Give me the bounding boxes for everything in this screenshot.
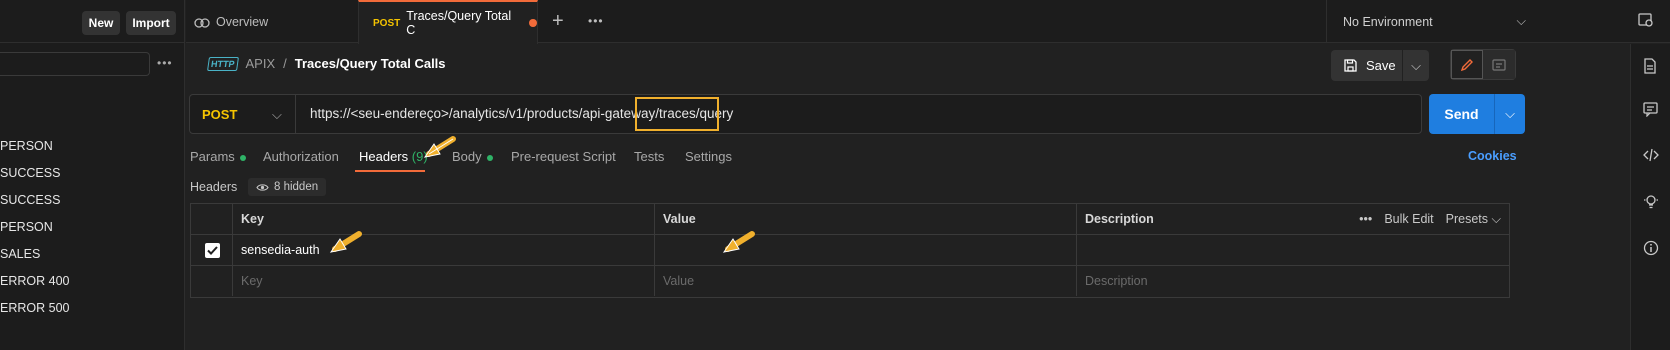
sidebar-item[interactable]: SUCCESS — [0, 193, 60, 213]
url-bar: POST ⌵ https://<seu-endereço>/analytics/… — [189, 94, 1422, 134]
tabs-more-icon[interactable]: ••• — [588, 14, 604, 28]
tab-settings[interactable]: Settings — [685, 149, 732, 164]
breadcrumb-separator: / — [283, 56, 287, 71]
environment-label: No Environment — [1343, 14, 1433, 29]
value-input-placeholder[interactable]: Value — [655, 266, 1077, 296]
sidebar-search-input[interactable] — [0, 52, 150, 76]
breadcrumb-collection[interactable]: APIX — [246, 56, 276, 71]
overview-icon — [194, 17, 210, 28]
header-value-cell[interactable] — [655, 235, 1077, 265]
send-button-group: Send ⌵ — [1429, 94, 1525, 134]
headers-table: Key Value Description ••• Bulk Edit Pres… — [190, 203, 1510, 298]
sidebar-item[interactable]: ERROR 500 — [0, 301, 69, 321]
eye-icon — [256, 183, 269, 191]
tab-params-label: Params — [190, 149, 235, 164]
column-header-value: Value — [655, 204, 1077, 234]
right-sidebar — [1630, 44, 1670, 350]
tab-prerequest-script[interactable]: Pre-request Script — [511, 149, 616, 164]
save-button-group: Save ⌵ — [1331, 50, 1429, 81]
table-actions: ••• Bulk Edit Presets ⌵ — [1359, 204, 1501, 234]
info-icon[interactable] — [1643, 240, 1659, 259]
url-highlight-box — [635, 97, 719, 131]
headers-section-label: Headers — [190, 180, 238, 194]
code-icon[interactable] — [1643, 148, 1659, 165]
annotation-arrow-icon — [423, 136, 456, 158]
row-checkbox-cell — [191, 235, 233, 265]
tab-bar: Overview POST Traces/Query Total C + •••… — [186, 0, 1670, 44]
sidebar-item[interactable]: SUCCESS — [0, 166, 60, 186]
save-options-chevron-icon[interactable]: ⌵ — [1403, 58, 1429, 74]
view-mode-toggle — [1450, 49, 1516, 80]
save-icon — [1344, 59, 1357, 72]
send-options-chevron-icon[interactable]: ⌵ — [1495, 106, 1525, 122]
import-button[interactable]: Import — [126, 11, 176, 35]
table-row: sensedia-auth — [191, 235, 1509, 266]
status-dot-icon — [486, 154, 493, 161]
active-tab-indicator — [355, 170, 425, 172]
checkbox-checked-icon[interactable] — [205, 242, 220, 258]
table-header-checkbox-cell — [191, 204, 233, 234]
environment-quick-look-icon[interactable] — [1638, 12, 1654, 31]
send-button[interactable]: Send — [1429, 94, 1495, 134]
tab-method-badge: POST — [373, 17, 401, 29]
tab-headers-label: Headers — [359, 149, 409, 164]
documentation-icon[interactable] — [1643, 58, 1657, 77]
method-select[interactable]: POST ⌵ — [190, 95, 296, 133]
tab-authorization[interactable]: Authorization — [263, 149, 339, 164]
tab-headers[interactable]: Headers (9) — [359, 149, 428, 164]
table-header-row: Key Value Description ••• Bulk Edit Pres… — [191, 204, 1509, 235]
environment-select[interactable]: No Environment ⌵ — [1326, 0, 1546, 43]
method-label: POST — [202, 106, 238, 122]
table-row-empty: Key Value Description — [191, 266, 1509, 297]
new-tab-plus-icon[interactable]: + — [552, 10, 564, 33]
request-editor: HTTP APIX / Traces/Query Total Calls Sav… — [186, 44, 1626, 350]
http-icon: HTTP — [207, 56, 239, 71]
save-button[interactable]: Save — [1331, 50, 1403, 81]
hidden-headers-toggle[interactable]: 8 hidden — [248, 178, 327, 196]
table-more-icon[interactable]: ••• — [1359, 212, 1372, 226]
sidebar-more-icon[interactable]: ••• — [157, 56, 173, 70]
description-input-placeholder[interactable]: Description — [1077, 266, 1509, 296]
tab-request-label: Traces/Query Total C — [406, 9, 512, 37]
chevron-down-icon: ⌵ — [1516, 14, 1526, 28]
presets-dropdown[interactable]: Presets ⌵ — [1446, 212, 1501, 227]
annotation-arrow-icon — [722, 231, 755, 253]
presets-label: Presets — [1445, 211, 1489, 226]
key-input-placeholder[interactable]: Key — [233, 266, 655, 296]
tab-params[interactable]: Params — [190, 149, 246, 164]
sidebar-item[interactable]: PERSON — [0, 220, 53, 240]
sidebar-item[interactable]: SALES — [0, 247, 40, 267]
request-title[interactable]: Traces/Query Total Calls — [295, 56, 446, 71]
save-label: Save — [1366, 58, 1396, 73]
bulk-edit-button[interactable]: Bulk Edit — [1384, 212, 1433, 226]
tab-overview-label: Overview — [216, 14, 269, 29]
tab-overview[interactable]: Overview — [194, 0, 359, 43]
edit-mode-pencil-icon[interactable] — [1451, 50, 1483, 79]
sidebar-item[interactable]: ERROR 400 — [0, 274, 69, 294]
tab-request-active[interactable]: POST Traces/Query Total C — [358, 0, 538, 44]
chevron-down-icon: ⌵ — [272, 107, 282, 122]
lightbulb-icon[interactable] — [1643, 194, 1659, 213]
breadcrumb: HTTP APIX / Traces/Query Total Calls — [207, 56, 446, 71]
header-key-cell[interactable]: sensedia-auth — [233, 235, 655, 265]
status-dot-icon — [239, 154, 246, 161]
sidebar: New Import ••• PERSON SUCCESS SUCCESS PE… — [0, 0, 185, 350]
documentation-mode-icon[interactable] — [1483, 50, 1515, 79]
empty-checkbox-cell — [191, 266, 233, 296]
sidebar-header: New Import — [0, 0, 184, 43]
hidden-headers-label: 8 hidden — [274, 181, 319, 193]
new-button[interactable]: New — [82, 11, 120, 35]
annotation-arrow-icon — [329, 231, 362, 253]
unsaved-dot-icon — [529, 19, 537, 27]
tab-tests[interactable]: Tests — [634, 149, 664, 164]
sidebar-item[interactable]: PERSON — [0, 139, 53, 159]
cookies-link[interactable]: Cookies — [1468, 149, 1517, 163]
column-header-key: Key — [233, 204, 655, 234]
comments-icon[interactable] — [1643, 102, 1658, 120]
header-description-cell[interactable] — [1077, 235, 1509, 265]
